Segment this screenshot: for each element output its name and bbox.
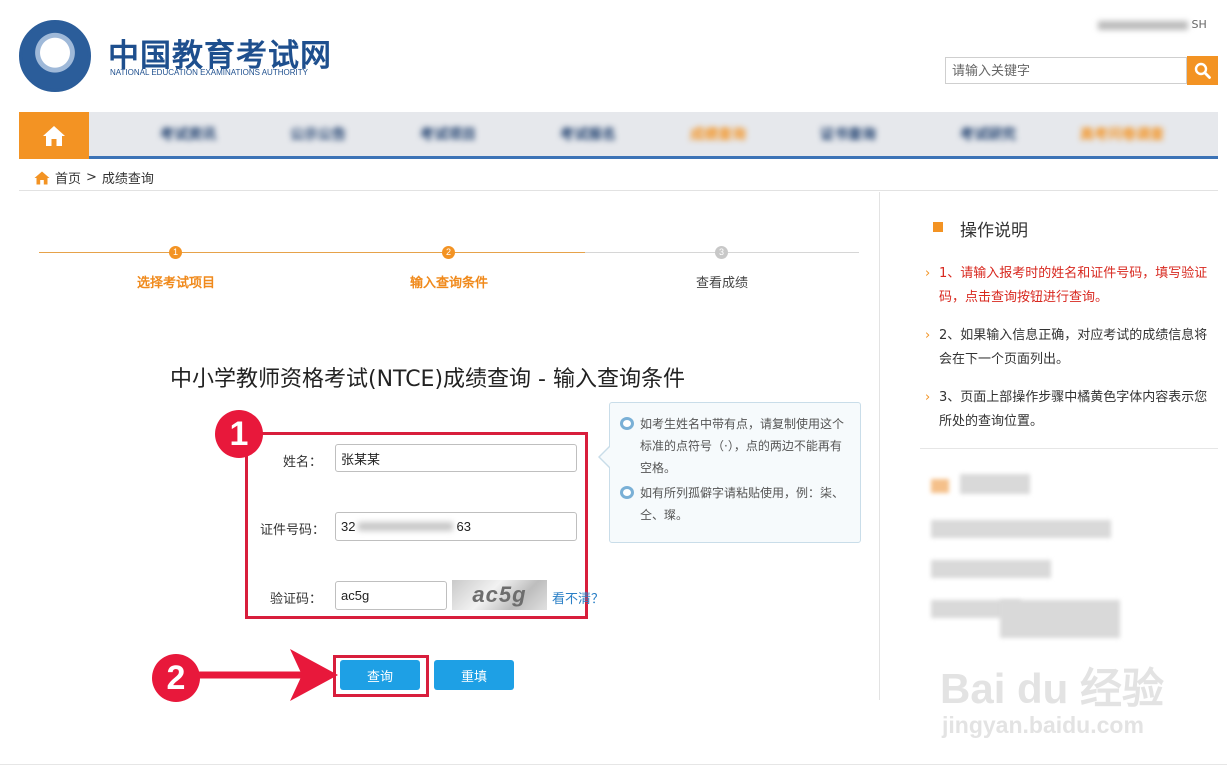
annotation-marker-2: 2 [152, 654, 200, 702]
step-2-label: 输入查询条件 [409, 276, 489, 291]
breadcrumb: 首页 > 成绩查询 [34, 168, 154, 187]
breadcrumb-divider [19, 190, 1218, 191]
id-number-redacted [358, 522, 454, 531]
captcha-image[interactable]: ac5g [452, 580, 547, 610]
nav-home-button[interactable] [19, 112, 89, 159]
nav-item-certificate[interactable]: 证书查询 [820, 124, 876, 144]
sidebar-title: 操作说明 [960, 221, 1028, 241]
nav-item-notices[interactable]: 公示公告 [290, 124, 346, 144]
search-icon [1194, 62, 1211, 79]
sidebar-instruction-3: › 3、页面上部操作步骤中橘黄色字体内容表示您所处的查询位置。 [925, 386, 1217, 434]
chevron-right-icon: › [925, 266, 931, 281]
sidebar-instruction-text: 3、页面上部操作步骤中橘黄色字体内容表示您所处的查询位置。 [939, 390, 1208, 429]
id-number-prefix: 32 [341, 519, 356, 534]
sidebar-divider [879, 192, 880, 700]
sidebar-instruction-1: › 1、请输入报考时的姓名和证件号码，填写验证码，点击查询按钮进行查询。 [925, 262, 1217, 310]
tip-box-arrow-inner [600, 446, 611, 468]
step-1-label: 选择考试项目 [136, 276, 216, 291]
redacted-block [931, 560, 1051, 578]
id-number-suffix: 63 [456, 519, 471, 534]
sidebar-instruction-2: › 2、如果输入信息正确，对应考试的成绩信息将会在下一个页面列出。 [925, 324, 1217, 372]
sidebar-title-marker [933, 222, 943, 232]
nav-item-survey[interactable]: 高考问卷调查 [1080, 124, 1164, 144]
watermark-url: jingyan.baidu.com [942, 712, 1144, 738]
breadcrumb-current: 成绩查询 [101, 172, 154, 187]
search-button[interactable] [1187, 56, 1218, 85]
id-number-label: 证件号码： [259, 523, 325, 538]
user-info[interactable]: SH [1098, 18, 1207, 31]
search-input[interactable] [945, 57, 1187, 84]
step-3-marker: 3 [715, 246, 728, 259]
tip-item-rare-chars: 如有所列孤僻字请粘贴使用，例：柒、仝、璨。 [620, 482, 850, 526]
radio-bullet-icon [620, 486, 634, 499]
captcha-input[interactable] [335, 581, 447, 610]
step-3-label: 查看成绩 [695, 276, 749, 291]
redacted-block [960, 474, 1030, 494]
nav-item-registration[interactable]: 考试报名 [560, 124, 616, 144]
tip-text: 如有所列孤僻字请粘贴使用，例：柒、仝、璨。 [640, 486, 845, 522]
annotation-arrow-icon [198, 649, 338, 701]
name-input[interactable] [335, 444, 577, 472]
submit-button[interactable]: 查询 [340, 660, 420, 690]
chevron-right-icon: › [925, 328, 931, 343]
sidebar-instruction-text: 2、如果输入信息正确，对应考试的成绩信息将会在下一个页面列出。 [939, 328, 1208, 367]
reset-button[interactable]: 重填 [434, 660, 514, 690]
page-title: 中小学教师资格考试(NTCE)成绩查询 - 输入查询条件 [170, 367, 685, 392]
step-progress-done [39, 252, 585, 253]
page-bottom-divider [0, 764, 1227, 765]
user-info-text: SH [1191, 18, 1207, 31]
id-number-input[interactable]: 32 63 [335, 512, 577, 541]
home-icon [43, 125, 65, 146]
nav-item-news[interactable]: 考试资讯 [160, 124, 216, 144]
captcha-refresh-link[interactable]: 看不清？ [552, 588, 604, 607]
breadcrumb-home-link[interactable]: 首页 [55, 168, 81, 187]
nav-item-research[interactable]: 考试研究 [960, 124, 1016, 144]
nav-item-score-query[interactable]: 成绩查询 [690, 124, 746, 144]
breadcrumb-separator: > [86, 170, 97, 185]
tip-item-dot-symbol: 如考生姓名中带有点，请复制使用这个标准的点符号（·），点的两边不能再有空格。 [620, 413, 850, 479]
redacted-block [931, 520, 1111, 538]
redacted-block [1000, 600, 1120, 638]
home-icon [34, 171, 50, 184]
step-2-marker: 2 [442, 246, 455, 259]
sidebar-instruction-text: 1、请输入报考时的姓名和证件号码，填写验证码，点击查询按钮进行查询。 [939, 266, 1208, 305]
captcha-label: 验证码： [269, 592, 322, 607]
name-label: 姓名： [282, 455, 322, 470]
sidebar-section-divider [920, 448, 1218, 449]
tip-text: 如考生姓名中带有点，请复制使用这个标准的点符号（·），点的两边不能再有空格。 [640, 417, 845, 475]
redacted-block [931, 479, 949, 493]
nav-item-exams[interactable]: 考试项目 [420, 124, 476, 144]
site-logo-emblem[interactable] [19, 20, 91, 92]
chevron-right-icon: › [925, 390, 931, 405]
site-name-en: NATIONAL EDUCATION EXAMINATIONS AUTHORIT… [110, 68, 308, 77]
watermark-brand: Bai du 经验 [940, 665, 1165, 712]
radio-bullet-icon [620, 417, 634, 430]
step-1-marker: 1 [169, 246, 182, 259]
